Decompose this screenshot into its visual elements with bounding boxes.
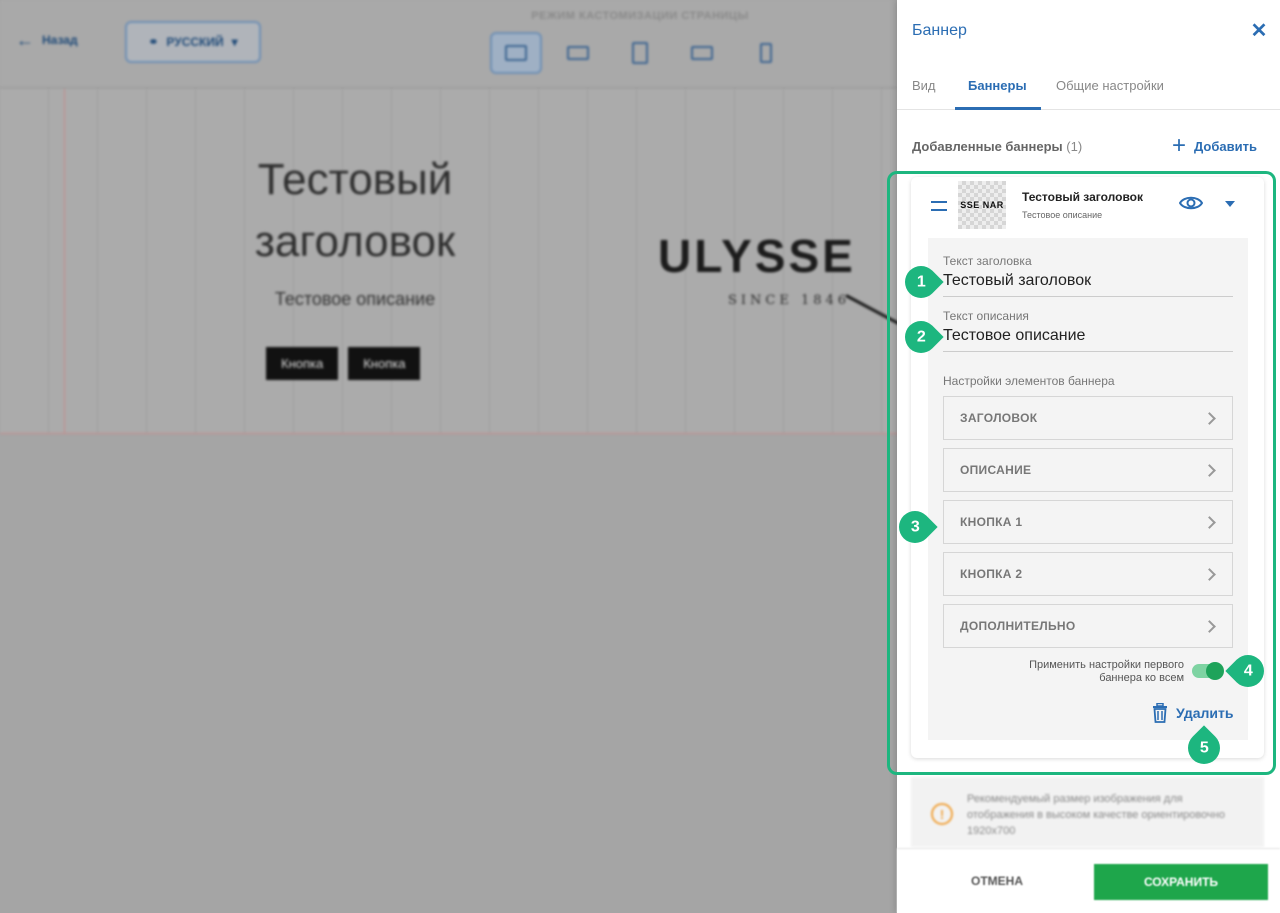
tab-banners[interactable]: Баннеры [968, 78, 1027, 93]
tab-general-settings[interactable]: Общие настройки [1056, 78, 1164, 93]
tablet-icon [632, 42, 648, 64]
accordion-button-1-label: КНОПКА 1 [960, 515, 1023, 529]
banner-thumbnail: SSE NAR [958, 181, 1006, 229]
accordion-description-label: ОПИСАНИЕ [960, 463, 1032, 477]
device-mobile-button[interactable] [740, 32, 792, 74]
banner-card-title: Тестовый заголовок [1022, 190, 1144, 204]
preview-button-1[interactable]: Кнопка [266, 347, 339, 380]
preview-description: Тестовое описание [274, 289, 436, 309]
preview-logo: ULYSSE [658, 230, 856, 282]
apply-all-toggle[interactable] [1192, 662, 1224, 680]
chevron-right-icon [1203, 463, 1216, 477]
thumbnail-logo: SSE NAR [960, 200, 1004, 210]
delete-banner-button[interactable]: Удалить [1152, 703, 1233, 723]
chevron-right-icon [1203, 515, 1216, 529]
accordion-button-1[interactable]: КНОПКА 1 [943, 500, 1233, 544]
element-settings-label: Настройки элементов баннера [943, 374, 1115, 388]
tab-active-indicator [955, 107, 1041, 110]
hint-text: Рекомендуемый размер изображения для ото… [967, 793, 1225, 837]
device-laptop-button[interactable] [552, 32, 604, 74]
laptop-icon [567, 46, 589, 60]
accordion-description[interactable]: ОПИСАНИЕ [943, 448, 1233, 492]
added-banners-count: (1) [1066, 139, 1083, 154]
preview-divider [0, 433, 897, 434]
drag-handle-icon[interactable] [931, 201, 947, 211]
heading-field[interactable]: Тестовый заголовок [943, 272, 1233, 297]
added-banners-label: Добавленные баннеры (1) [912, 139, 1082, 154]
desktop-icon [505, 45, 527, 61]
tab-view[interactable]: Вид [912, 78, 936, 93]
device-tablet-button[interactable] [614, 32, 666, 74]
chevron-right-icon [1203, 411, 1216, 425]
accordion-button-2-label: КНОПКА 2 [960, 567, 1023, 581]
preview-button-2[interactable]: Кнопка [348, 347, 421, 380]
chevron-right-icon [1203, 619, 1216, 633]
accordion-additional-label: ДОПОЛНИТЕЛЬНО [960, 619, 1076, 633]
marker-5-label: 5 [1199, 739, 1209, 756]
accordion-heading-label: ЗАГОЛОВОК [960, 411, 1038, 425]
description-field-label: Текст описания [943, 309, 1029, 323]
back-button[interactable]: ← Назад [16, 30, 78, 50]
banner-card-subtitle: Тестовое описание [1022, 210, 1103, 220]
description-field[interactable]: Тестовое описание [943, 327, 1233, 352]
delete-banner-label: Удалить [1176, 705, 1234, 721]
device-desktop-button[interactable] [490, 32, 542, 74]
marker-3-label: 3 [910, 518, 920, 535]
trash-icon [1153, 703, 1167, 723]
chevron-right-icon [1203, 567, 1216, 581]
banner-settings-panel: Баннер ✕ Вид Баннеры Общие настройки Доб… [897, 0, 1280, 913]
heading-field-label: Текст заголовка [943, 254, 1032, 268]
tablet-landscape-icon [691, 46, 713, 60]
banner-card-body: Текст заголовка Тестовый заголовок Текст… [928, 238, 1248, 740]
chevron-down-icon: ▾ [231, 35, 238, 49]
plus-icon: + [1172, 132, 1187, 159]
add-banner-label: Добавить [1194, 138, 1257, 154]
preview-title-line1: Тестовый [257, 155, 453, 204]
marker-2-label: 2 [916, 328, 926, 345]
info-icon: ! [931, 803, 953, 825]
cancel-button[interactable]: ОТМЕНА [971, 874, 1023, 888]
link-icon: ⚭ [148, 35, 159, 49]
toggle-knob [1206, 662, 1224, 680]
panel-tabs: Вид Баннеры Общие настройки [897, 66, 1280, 110]
marker-1-label: 1 [916, 273, 926, 290]
added-banners-text: Добавленные баннеры [912, 139, 1063, 154]
page-editor: ← Назад ⚭ РУССКИЙ ▾ РЕЖИМ КАСТОМИЗАЦИИ С… [0, 0, 897, 913]
save-button[interactable]: СОХРАНИТЬ [1094, 864, 1268, 900]
preview-logo-since: SINCE 1846 [728, 293, 851, 308]
mode-title: РЕЖИМ КАСТОМИЗАЦИИ СТРАНИЦЫ [531, 10, 749, 22]
panel-title: Баннер [912, 22, 967, 39]
arrow-left-icon: ← [16, 30, 34, 50]
accordion-heading[interactable]: ЗАГОЛОВОК [943, 396, 1233, 440]
marker-4-label: 4 [1243, 662, 1253, 679]
preview-title: Тестовый заголовок [200, 149, 510, 273]
eye-icon[interactable] [1179, 195, 1203, 211]
back-label: Назад [42, 33, 78, 47]
add-banner-button[interactable]: + Добавить [1172, 132, 1257, 159]
accordion-additional[interactable]: ДОПОЛНИТЕЛЬНО [943, 604, 1233, 648]
preview-buttons: Кнопка Кнопка [266, 347, 421, 380]
mobile-icon [760, 43, 772, 63]
image-size-hint: ! Рекомендуемый размер изображения для о… [911, 777, 1264, 847]
close-icon[interactable]: ✕ [1249, 20, 1269, 42]
panel-footer: ОТМЕНА СОХРАНИТЬ [897, 848, 1280, 913]
caret-down-icon[interactable] [1225, 201, 1235, 207]
banner-preview: Тестовый заголовок Тестовое описание Кно… [0, 89, 897, 434]
apply-all-label: Применить настройки первого баннера ко в… [1029, 659, 1184, 684]
device-tablet-landscape-button[interactable] [676, 32, 728, 74]
preview-title-line2: заголовок [254, 217, 456, 266]
language-select[interactable]: ⚭ РУССКИЙ ▾ [125, 21, 261, 63]
editor-toolbar: ← Назад ⚭ РУССКИЙ ▾ РЕЖИМ КАСТОМИЗАЦИИ С… [0, 0, 897, 88]
language-label: РУССКИЙ [166, 35, 224, 49]
accordion-button-2[interactable]: КНОПКА 2 [943, 552, 1233, 596]
banner-card: SSE NAR Тестовый заголовок Тестовое опис… [911, 177, 1264, 758]
